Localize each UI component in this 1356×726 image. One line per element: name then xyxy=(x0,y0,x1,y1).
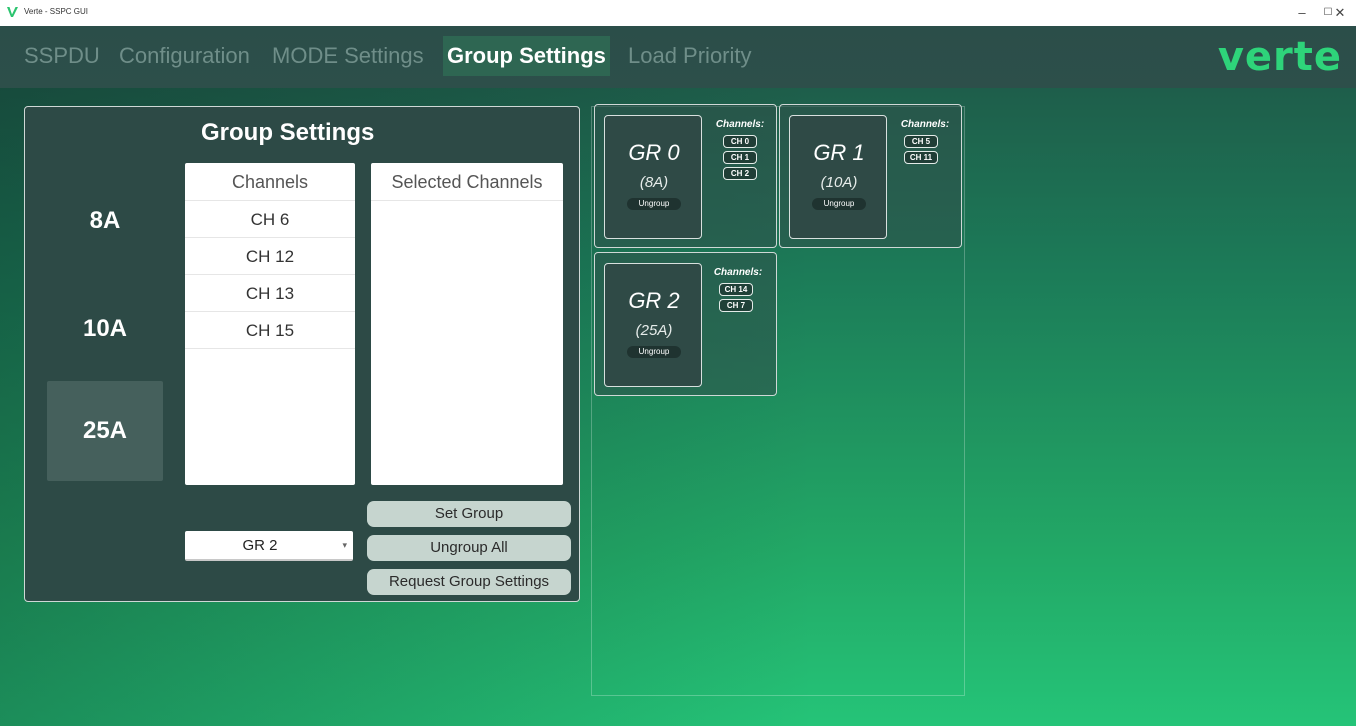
channel-chip: CH 11 xyxy=(904,151,938,164)
group-amp: (10A) xyxy=(820,174,858,191)
amp-option-10a[interactable]: 10A xyxy=(47,279,163,379)
group-select-value: GR 2 xyxy=(242,537,278,554)
tab-bar: SSPDU Configuration MODE Settings Group … xyxy=(0,26,1356,88)
channels-label: Channels: xyxy=(900,119,950,130)
tab-load-priority[interactable]: Load Priority xyxy=(628,36,752,76)
tab-sspdu[interactable]: SSPDU xyxy=(24,36,100,76)
group-tile: GR 1 (10A) Ungroup xyxy=(789,115,887,239)
group-name: GR 0 xyxy=(628,140,680,165)
ungroup-button[interactable]: Ungroup xyxy=(627,198,681,210)
group-name: GR 1 xyxy=(813,140,865,165)
tab-group-settings[interactable]: Group Settings xyxy=(443,36,610,76)
ungroup-all-button[interactable]: Ungroup All xyxy=(367,535,571,561)
group-settings-panel: Group Settings 8A 10A 25A Channels CH 6 … xyxy=(24,106,580,602)
group-amp: (8A) xyxy=(639,174,669,191)
request-group-settings-button[interactable]: Request Group Settings xyxy=(367,569,571,595)
channels-list[interactable]: Channels CH 6 CH 12 CH 13 CH 15 xyxy=(185,163,355,485)
chevron-down-icon: ▾ xyxy=(342,540,347,550)
channel-chip: CH 7 xyxy=(719,299,753,312)
channels-list-header: Channels xyxy=(185,163,355,201)
verte-logo: verte xyxy=(1217,34,1342,80)
group-card-gr2: GR 2 (25A) Ungroup Channels: CH 14 CH 7 xyxy=(594,252,777,396)
panel-title: Group Settings xyxy=(201,119,375,146)
channels-label: Channels: xyxy=(715,119,765,130)
group-amp: (25A) xyxy=(635,322,673,339)
set-group-button[interactable]: Set Group xyxy=(367,501,571,527)
group-name: GR 2 xyxy=(628,288,680,313)
amp-option-8a[interactable]: 8A xyxy=(47,171,163,271)
channel-chip: CH 0 xyxy=(723,135,757,148)
group-tile: GR 2 (25A) Ungroup xyxy=(604,263,702,387)
channel-chip: CH 2 xyxy=(723,167,757,180)
app-window: SSPDU Configuration MODE Settings Group … xyxy=(0,26,1356,726)
group-card-gr0: GR 0 (8A) Ungroup Channels: CH 0 CH 1 CH… xyxy=(594,104,777,248)
tab-configuration[interactable]: Configuration xyxy=(119,36,250,76)
group-tile: GR 0 (8A) Ungroup xyxy=(604,115,702,239)
channel-chip: CH 1 xyxy=(723,151,757,164)
channel-item[interactable]: CH 13 xyxy=(185,275,355,312)
channel-chip: CH 5 xyxy=(904,135,938,148)
verte-app-icon xyxy=(7,7,18,17)
selected-channels-list[interactable]: Selected Channels xyxy=(371,163,563,485)
channels-label: Channels: xyxy=(713,267,763,278)
channel-item[interactable]: CH 15 xyxy=(185,312,355,349)
ungroup-button[interactable]: Ungroup xyxy=(812,198,866,210)
group-card-gr1: GR 1 (10A) Ungroup Channels: CH 5 CH 11 xyxy=(779,104,962,248)
channel-chip: CH 14 xyxy=(719,283,753,296)
window-titlebar: Verte - SSPC GUI – ☐ ✕ xyxy=(0,0,1356,26)
amp-option-25a[interactable]: 25A xyxy=(47,381,163,481)
tab-mode-settings[interactable]: MODE Settings xyxy=(272,36,424,76)
group-select[interactable]: GR 2 ▾ xyxy=(185,531,353,561)
channel-item[interactable]: CH 12 xyxy=(185,238,355,275)
close-button[interactable]: ✕ xyxy=(1322,2,1356,24)
ungroup-button[interactable]: Ungroup xyxy=(627,346,681,358)
channel-item[interactable]: CH 6 xyxy=(185,201,355,238)
window-title: Verte - SSPC GUI xyxy=(24,7,89,16)
selected-channels-header: Selected Channels xyxy=(371,163,563,201)
